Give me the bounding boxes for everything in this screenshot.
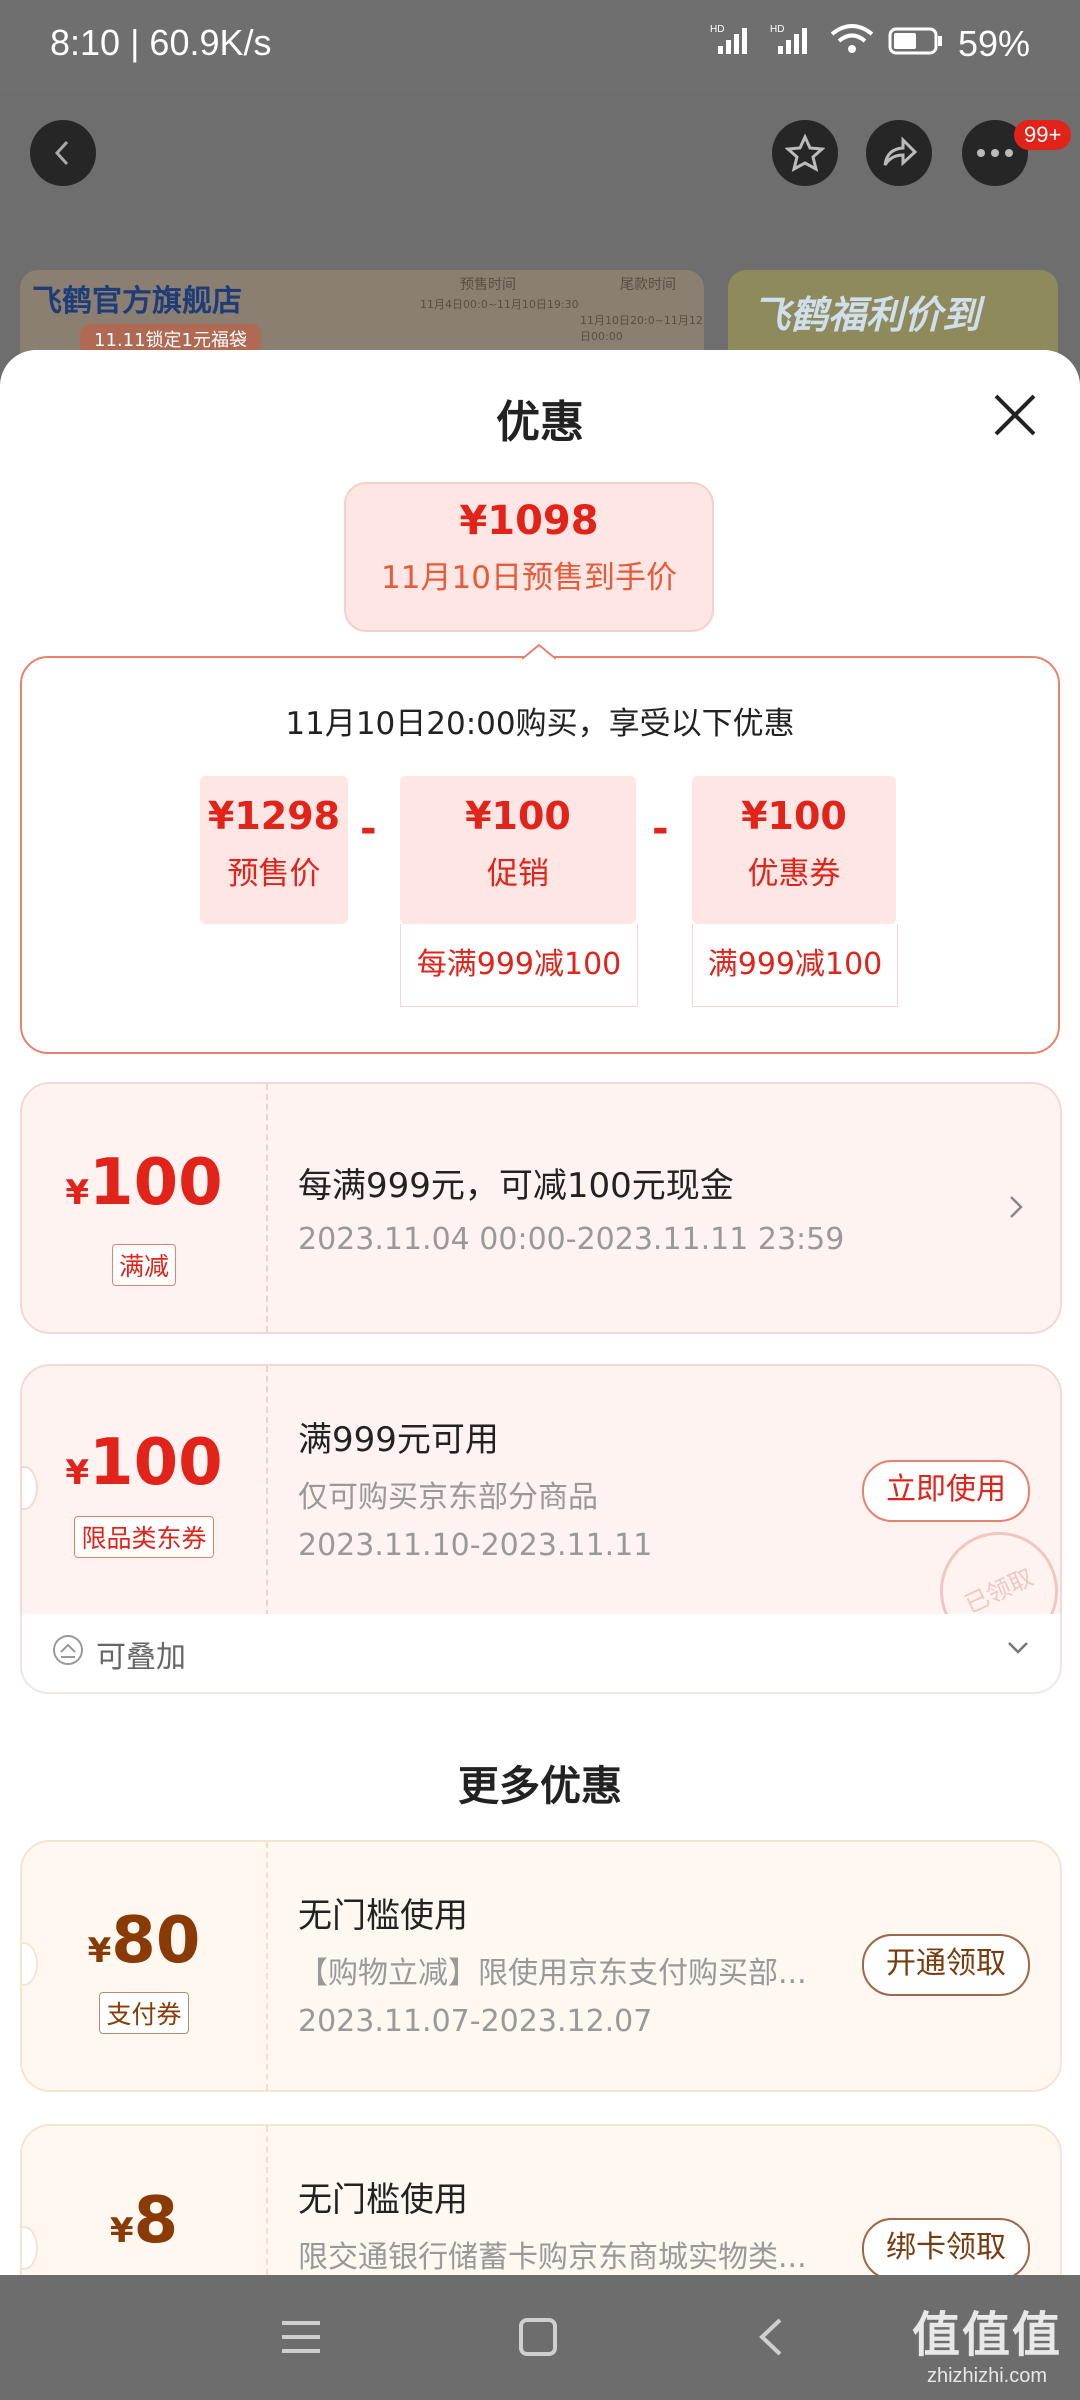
card-date: 2023.11.10-2023.11.11 [298,1528,653,1563]
watermark-small: zhizhizhi.com [926,2365,1048,2387]
use-now-button[interactable]: 立即使用 [862,1460,1030,1522]
stackable-row[interactable]: 可叠加 [20,1614,1062,1694]
promotion-value: ¥100 [465,794,571,838]
final-price: ¥1098 [459,498,599,544]
chevron-right-icon[interactable] [1008,1194,1024,1220]
coupon-card-payment[interactable]: ¥80 支付券 无门槛使用 【购物立减】限使用京东支付购买部... 2023.1… [20,1840,1062,2092]
close-icon [994,394,1036,436]
card-amount: ¥100 [65,1146,223,1220]
card-title: 满999元可用 [298,1420,499,1460]
final-price-label: 11月10日预售到手价 [381,560,677,596]
more-discounts-title: 更多优惠 [458,1762,622,1810]
final-price-box: ¥1098 11月10日预售到手价 [344,482,714,632]
card-title: 无门槛使用 [298,1896,468,1936]
status-right: HD HD 59% [710,22,1030,65]
share-button[interactable] [866,120,932,186]
chevron-down-icon[interactable] [1006,1640,1030,1656]
system-navbar: 值值值 zhizhizhi.com [0,2275,1080,2400]
presale-price-label: 预售价 [227,856,321,892]
claimed-stamp: 已领取 [920,1512,1060,1616]
card-tag: 支付券 [22,1992,266,2034]
presale-price-cell: ¥1298 预售价 [200,776,348,924]
back-button[interactable] [30,120,96,186]
battery-percent: 59% [957,22,1030,64]
watermark: 值值值 zhizhizhi.com [912,2295,1062,2388]
card-amount: ¥80 [87,1904,201,1978]
promotion-cell: ¥100 促销 [400,776,636,924]
minus-sign: - [652,806,669,852]
notification-badge: 99+ [1014,120,1072,150]
card-amount: ¥8 [109,2184,179,2258]
discount-sheet: 优惠 ¥1098 11月10日预售到手价 11月10日20:00购买，享受以下优… [0,350,1080,2275]
breakdown-title: 11月10日20:00购买，享受以下优惠 [285,706,795,742]
stack-icon [53,1635,83,1665]
presale-range: 11月4日00:0~11月10日19:30 [420,298,579,311]
coupon-value: ¥100 [741,794,847,838]
promotion-rule: 每满999减100 [400,924,638,1007]
share-icon [883,136,918,167]
card-date: 2023.11.04 00:00-2023.11.11 23:59 [298,1222,845,1257]
bind-card-button[interactable]: 绑卡领取 [862,2218,1030,2275]
card-title: 无门槛使用 [298,2180,468,2220]
final-range: 11月10日20:0~11月12日00:00 [580,314,703,343]
sheet-title: 优惠 [496,397,584,448]
battery-icon [888,23,944,65]
more-icon [977,149,1013,157]
store-name: 飞鹤官方旗舰店 [32,284,242,319]
status-bar: 8:10 | 60.9K/s HD HD 59% [0,0,1080,92]
card-title: 每满999元，可减100元现金 [298,1166,734,1206]
nav-back-icon[interactable] [756,2317,786,2357]
svg-text:HD: HD [710,24,724,35]
activate-claim-button[interactable]: 开通领取 [862,1934,1030,1996]
menu-icon[interactable] [280,2319,322,2355]
coupon-rule: 满999减100 [692,924,898,1007]
welfare-title: 飞鹤福利价到 [752,293,981,337]
signal-icon: HD [710,22,756,65]
coupon-card-category[interactable]: ¥100 限品类东券 满999元可用 仅可购买京东部分商品 2023.11.10… [20,1364,1062,1616]
discount-card-full-reduction[interactable]: ¥100 满减 每满999元，可减100元现金 2023.11.04 00:00… [20,1082,1062,1334]
price-breakdown: 11月10日20:00购买，享受以下优惠 ¥1298 预售价 - ¥100 促销… [20,644,1060,1054]
stackable-label: 可叠加 [96,1640,186,1675]
wifi-icon [830,22,874,65]
coupon-card-bank[interactable]: ¥8 无门槛使用 限交通银行储蓄卡购京东商城实物类... 绑卡领取 [20,2124,1062,2275]
coupon-cell: ¥100 优惠券 [692,776,896,924]
card-desc: 仅可购买京东部分商品 [298,1480,598,1515]
promotion-label: 促销 [487,856,549,892]
coupon-label: 优惠券 [747,856,841,892]
signal-icon: HD [770,22,816,65]
home-icon[interactable] [518,2317,558,2357]
svg-text:HD: HD [770,24,784,35]
card-desc: 【购物立减】限使用京东支付购买部... [298,1956,807,1991]
card-date: 2023.11.07-2023.12.07 [298,2004,653,2039]
favorite-button[interactable] [772,120,838,186]
presale-time-label: 预售时间 [460,277,516,293]
back-icon [54,140,69,166]
presale-price-value: ¥1298 [207,794,341,838]
minus-sign: - [360,806,377,852]
card-amount: ¥100 [65,1426,223,1500]
watermark-big: 值值值 [911,2309,1062,2362]
card-desc: 限交通银行储蓄卡购京东商城实物类... [298,2240,807,2275]
star-icon [785,133,825,172]
pointer-notch [522,644,556,660]
close-button[interactable] [992,392,1038,442]
final-time-label: 尾款时间 [620,277,676,293]
card-tag: 限品类东券 [22,1516,266,1558]
card-tag: 满减 [22,1244,266,1286]
status-time: 8:10 | 60.9K/s [50,22,272,63]
